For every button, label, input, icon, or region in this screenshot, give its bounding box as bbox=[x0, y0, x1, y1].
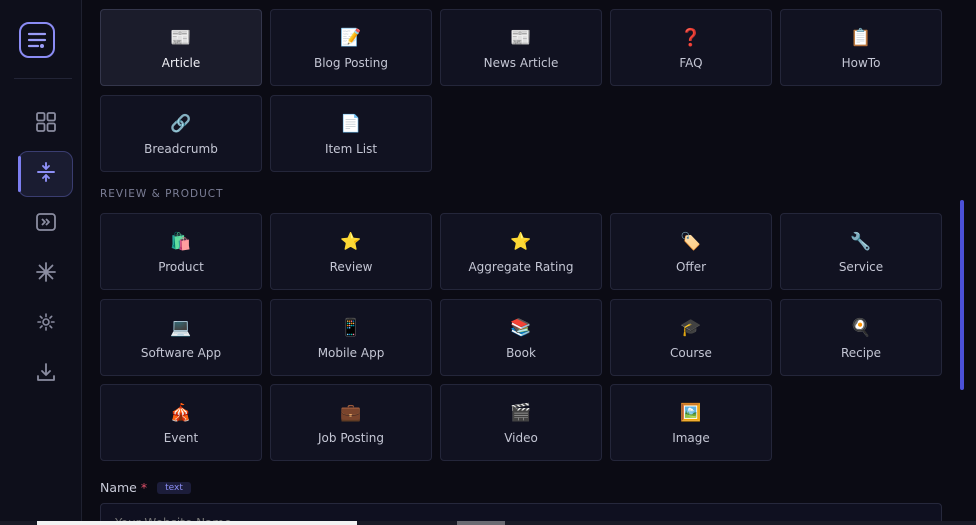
schema-card-mobile-app[interactable]: 📱 Mobile App bbox=[270, 299, 432, 376]
schema-card-video[interactable]: 🎬 Video bbox=[440, 384, 602, 461]
schema-card-news-article[interactable]: 📰 News Article bbox=[440, 9, 602, 86]
schema-card-course[interactable]: 🎓 Course bbox=[610, 299, 772, 376]
schema-card-book[interactable]: 📚 Book bbox=[440, 299, 602, 376]
schema-card-offer[interactable]: 🏷️ Offer bbox=[610, 213, 772, 290]
bottom-strip-segment bbox=[37, 521, 357, 525]
rail-item-grid[interactable] bbox=[18, 101, 73, 147]
schema-card-event[interactable]: 🎪 Event bbox=[100, 384, 262, 461]
card-label: Book bbox=[506, 346, 536, 360]
shopping-bags-icon: 🛍️ bbox=[170, 232, 192, 252]
schema-card-aggregate-rating[interactable]: ⭐ Aggregate Rating bbox=[440, 213, 602, 290]
sun-gear-icon bbox=[36, 312, 56, 336]
framed-picture-icon: 🖼️ bbox=[680, 403, 702, 423]
price-tag-icon: 🏷️ bbox=[680, 232, 702, 252]
card-label: Offer bbox=[675, 260, 707, 274]
card-label: Service bbox=[838, 260, 884, 274]
schema-card-faq[interactable]: ❓ FAQ bbox=[610, 9, 772, 86]
download-icon bbox=[36, 362, 56, 386]
card-label: Image bbox=[672, 431, 710, 445]
required-asterisk: * bbox=[140, 480, 148, 495]
card-label: FAQ bbox=[679, 56, 703, 70]
graduation-cap-icon: 🎓 bbox=[680, 318, 702, 338]
schema-card-review[interactable]: ⭐ Review bbox=[270, 213, 432, 290]
card-label: Breadcrumb bbox=[144, 142, 218, 156]
card-label: Event bbox=[163, 431, 199, 445]
card-label: Mobile App bbox=[317, 346, 385, 360]
rail-item-download[interactable] bbox=[18, 351, 73, 397]
schema-card-software-app[interactable]: 💻 Software App bbox=[100, 299, 262, 376]
schema-card-blog-posting[interactable]: 📝 Blog Posting bbox=[270, 9, 432, 86]
page-icon: 📄 bbox=[340, 114, 362, 134]
card-label: Review bbox=[329, 260, 373, 274]
card-label: News Article bbox=[483, 56, 559, 70]
menu-lines-icon[interactable] bbox=[19, 22, 55, 58]
link-icon: 🔗 bbox=[170, 114, 192, 134]
star-icon: ⭐ bbox=[340, 232, 362, 252]
newspaper-icon: 📰 bbox=[170, 28, 192, 48]
scrollbar-thumb[interactable] bbox=[960, 200, 964, 390]
books-icon: 📚 bbox=[510, 318, 532, 338]
schema-card-howto[interactable]: 📋 HowTo bbox=[780, 9, 942, 86]
laptop-icon: 💻 bbox=[170, 318, 192, 338]
name-label-text: Name bbox=[100, 480, 137, 495]
circus-tent-icon: 🎪 bbox=[170, 403, 192, 423]
clapper-board-icon: 🎬 bbox=[510, 403, 532, 423]
rail-item-layout[interactable] bbox=[18, 151, 73, 197]
sparkle-asterisk-icon bbox=[35, 262, 56, 286]
rail-divider bbox=[14, 78, 72, 79]
schema-card-item-list[interactable]: 📄 Item List bbox=[270, 95, 432, 172]
schema-card-breadcrumb[interactable]: 🔗 Breadcrumb bbox=[100, 95, 262, 172]
wrench-icon: 🔧 bbox=[850, 232, 872, 252]
rail-item-media[interactable] bbox=[18, 201, 73, 247]
schema-card-image[interactable]: 🖼️ Image bbox=[610, 384, 772, 461]
mobile-phone-icon: 📱 bbox=[340, 318, 362, 338]
card-label: Blog Posting bbox=[313, 56, 388, 70]
name-field-label: Name * text bbox=[100, 480, 191, 495]
section-title-review-product: REVIEW & PRODUCT bbox=[100, 188, 224, 200]
fast-forward-box-icon bbox=[35, 212, 57, 236]
card-label: Product bbox=[158, 260, 204, 274]
card-label: HowTo bbox=[841, 56, 881, 70]
newspaper-icon: 📰 bbox=[510, 28, 532, 48]
card-label: Job Posting bbox=[318, 431, 384, 445]
card-label: Course bbox=[670, 346, 712, 360]
grid-icon bbox=[35, 111, 57, 137]
schema-card-service[interactable]: 🔧 Service bbox=[780, 213, 942, 290]
card-label: Aggregate Rating bbox=[468, 260, 574, 274]
memo-icon: 📝 bbox=[340, 28, 362, 48]
card-label: Software App bbox=[140, 346, 222, 360]
card-label: Recipe bbox=[840, 346, 882, 360]
bottom-edge-strip bbox=[0, 521, 976, 525]
vertical-split-icon bbox=[36, 162, 56, 186]
schema-card-article[interactable]: 📰 Article bbox=[100, 9, 262, 86]
bottom-strip-segment bbox=[457, 521, 505, 525]
frying-pan-icon: 🍳 bbox=[850, 318, 872, 338]
question-mark-icon: ❓ bbox=[680, 28, 702, 48]
schema-card-job-posting[interactable]: 💼 Job Posting bbox=[270, 384, 432, 461]
card-label: Video bbox=[504, 431, 538, 445]
star-icon: ⭐ bbox=[510, 232, 532, 252]
schema-card-product[interactable]: 🛍️ Product bbox=[100, 213, 262, 290]
sidebar-rail bbox=[0, 0, 82, 525]
card-label: Item List bbox=[324, 142, 378, 156]
field-type-badge: text bbox=[157, 481, 191, 494]
card-label: Article bbox=[161, 56, 201, 70]
rail-item-sparkle[interactable] bbox=[18, 251, 73, 297]
schema-card-recipe[interactable]: 🍳 Recipe bbox=[780, 299, 942, 376]
clipboard-icon: 📋 bbox=[850, 28, 872, 48]
rail-item-settings[interactable] bbox=[18, 301, 73, 347]
briefcase-icon: 💼 bbox=[340, 403, 362, 423]
